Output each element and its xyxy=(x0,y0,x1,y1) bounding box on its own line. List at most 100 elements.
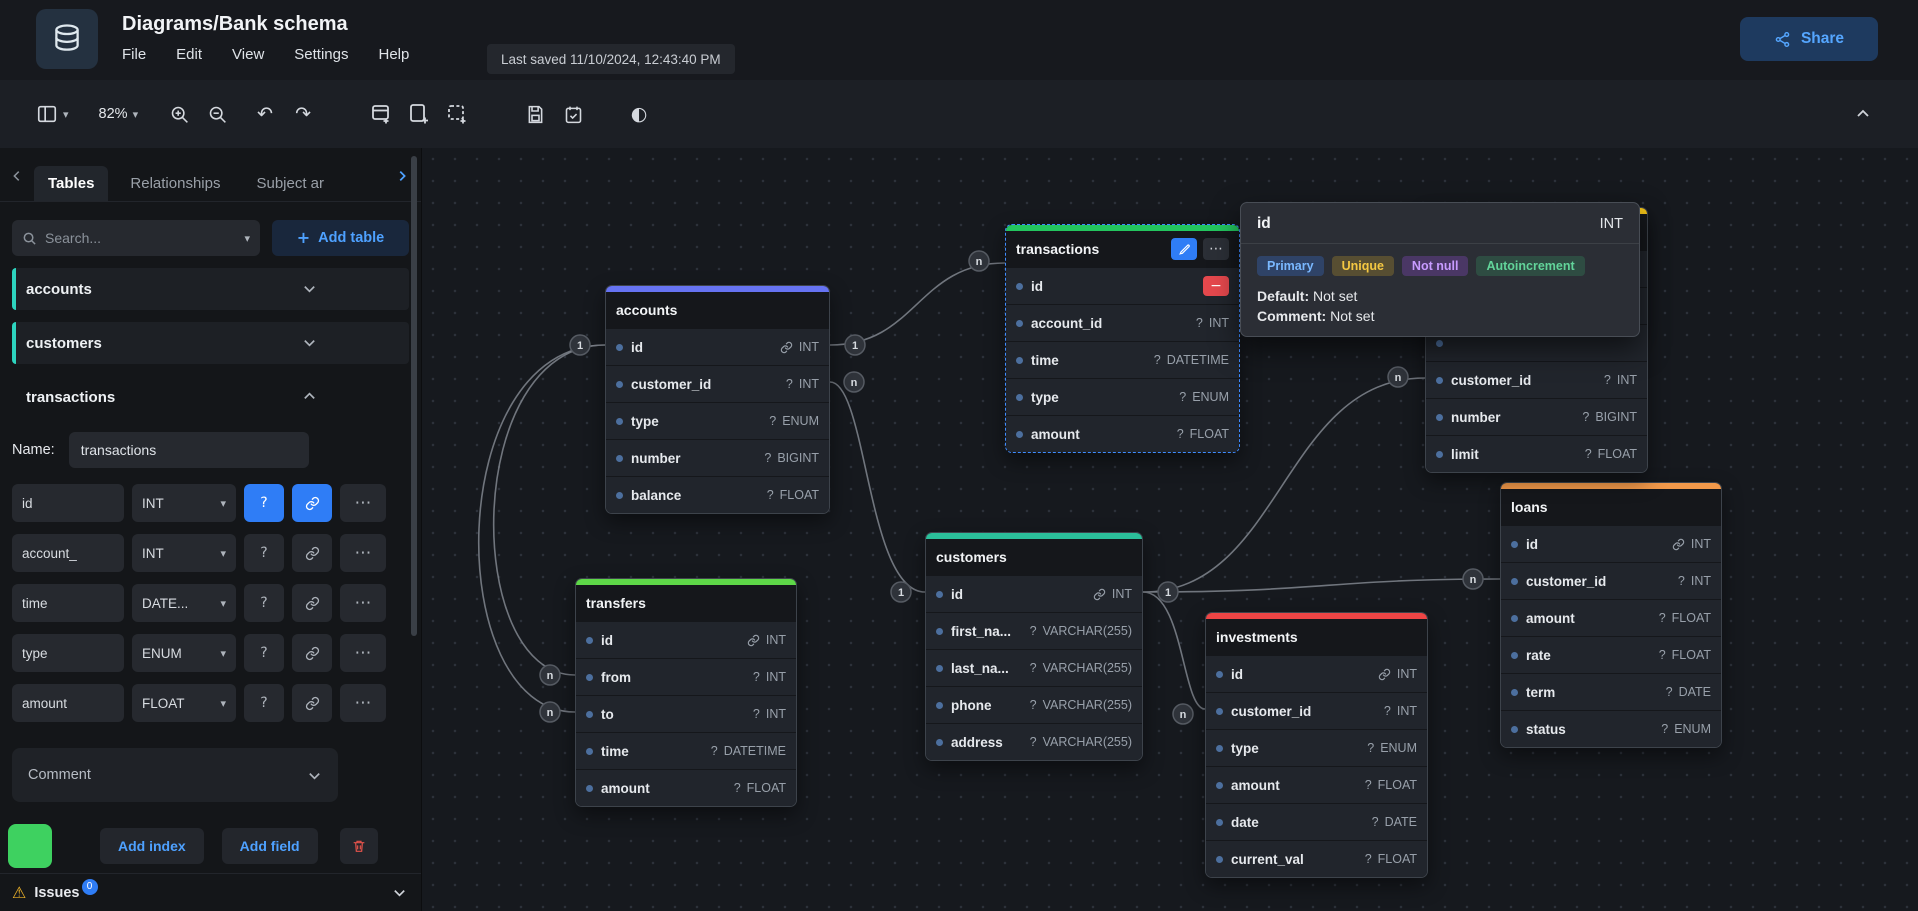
menu-file[interactable]: File xyxy=(122,46,146,63)
field-more-button[interactable]: ⋯ xyxy=(340,684,386,722)
table-field-row[interactable]: idINT xyxy=(1501,525,1721,562)
table-field-row[interactable]: amount?FLOAT xyxy=(1206,766,1427,803)
table-field-row[interactable]: time?DATETIME xyxy=(576,732,796,769)
chevron-down-icon[interactable] xyxy=(302,335,317,350)
field-nullable-button[interactable]: ? xyxy=(244,534,284,572)
field-type-select[interactable]: DATE...▾ xyxy=(132,584,236,622)
table-header[interactable]: customers xyxy=(926,539,1142,575)
redo-button[interactable]: ↷ xyxy=(284,95,322,133)
field-name-input[interactable]: type xyxy=(12,634,124,672)
zoom-out-button[interactable] xyxy=(198,95,236,133)
add-table-tool-button[interactable] xyxy=(362,95,400,133)
field-nullable-button[interactable]: ? xyxy=(244,634,284,672)
table-field-row[interactable]: last_na...?VARCHAR(255) xyxy=(926,649,1142,686)
sidebar-item-transactions[interactable]: transactions xyxy=(12,376,409,418)
table-field-row[interactable]: type?ENUM xyxy=(1006,378,1239,415)
tab-relationships[interactable]: Relationships xyxy=(116,166,234,201)
table-field-row[interactable]: idINT xyxy=(606,328,829,365)
table-field-row[interactable]: idINT xyxy=(926,575,1142,612)
tabs-scroll-right-button[interactable] xyxy=(393,167,411,185)
table-field-row[interactable]: to?INT xyxy=(576,695,796,732)
field-more-button[interactable]: ⋯ xyxy=(340,484,386,522)
edit-table-button[interactable] xyxy=(1171,238,1197,260)
table-field-row[interactable]: idINT xyxy=(1206,655,1427,692)
relationship-line[interactable] xyxy=(1143,579,1500,592)
todo-button[interactable] xyxy=(554,95,592,133)
issues-bar[interactable]: ⚠ Issues 0 xyxy=(0,873,421,911)
field-name-input[interactable]: time xyxy=(12,584,124,622)
tab-subject-areas[interactable]: Subject ar xyxy=(242,166,338,201)
diagram-table-accounts[interactable]: accountsidINTcustomer_id?INTtype?ENUMnum… xyxy=(605,285,830,514)
add-field-button[interactable]: Add field xyxy=(222,828,318,864)
theme-toggle-button[interactable]: ◐ xyxy=(620,95,658,133)
layout-menu-button[interactable]: ▾ xyxy=(30,95,75,133)
diagram-table-loans[interactable]: loansidINTcustomer_id?INTamount?FLOATrat… xyxy=(1500,482,1722,748)
table-field-row[interactable]: amount?FLOAT xyxy=(1501,599,1721,636)
menu-edit[interactable]: Edit xyxy=(176,46,202,63)
field-nullable-button[interactable]: ? xyxy=(244,584,284,622)
diagram-table-customers[interactable]: customersidINTfirst_na...?VARCHAR(255)la… xyxy=(925,532,1143,761)
tabs-scroll-left-button[interactable] xyxy=(8,167,26,185)
table-field-row[interactable]: term?DATE xyxy=(1501,673,1721,710)
field-primary-key-button[interactable] xyxy=(292,634,332,672)
table-field-row[interactable]: balance?FLOAT xyxy=(606,476,829,513)
relationship-line[interactable] xyxy=(830,382,925,592)
table-field-row[interactable]: id− xyxy=(1006,267,1239,304)
sidebar-item-customers[interactable]: customers xyxy=(12,322,409,364)
comment-collapse[interactable]: Comment xyxy=(12,748,338,802)
delete-field-button[interactable]: − xyxy=(1203,276,1229,296)
field-type-select[interactable]: FLOAT▾ xyxy=(132,684,236,722)
diagram-table-investments[interactable]: investmentsidINTcustomer_id?INTtype?ENUM… xyxy=(1205,612,1428,878)
diagram-table-transfers[interactable]: transfersidINTfrom?INTto?INTtime?DATETIM… xyxy=(575,578,797,807)
table-field-row[interactable]: date?DATE xyxy=(1206,803,1427,840)
menu-view[interactable]: View xyxy=(232,46,264,63)
table-field-row[interactable]: limit?FLOAT xyxy=(1426,435,1647,472)
chevron-up-icon[interactable] xyxy=(302,389,317,404)
table-more-button[interactable]: ⋯ xyxy=(1203,238,1229,260)
field-more-button[interactable]: ⋯ xyxy=(340,584,386,622)
menu-help[interactable]: Help xyxy=(378,46,409,63)
table-field-row[interactable]: number?BIGINT xyxy=(606,439,829,476)
table-field-row[interactable]: amount?FLOAT xyxy=(576,769,796,806)
table-header[interactable]: transactions⋯ xyxy=(1006,231,1239,267)
table-header[interactable]: loans xyxy=(1501,489,1721,525)
table-color-swatch[interactable] xyxy=(8,824,52,868)
chevron-down-icon[interactable] xyxy=(392,885,407,900)
search-select[interactable]: ▾ xyxy=(12,220,260,256)
add-area-button[interactable] xyxy=(438,95,476,133)
relationship-line[interactable] xyxy=(1143,592,1205,709)
field-primary-key-button[interactable] xyxy=(292,484,332,522)
diagram-canvas[interactable]: 1nn1n1n1nnn accountsidINTcustomer_id?INT… xyxy=(422,148,1918,911)
field-more-button[interactable]: ⋯ xyxy=(340,534,386,572)
field-name-input[interactable]: account_ xyxy=(12,534,124,572)
field-primary-key-button[interactable] xyxy=(292,584,332,622)
field-name-input[interactable]: amount xyxy=(12,684,124,722)
field-type-select[interactable]: INT▾ xyxy=(132,534,236,572)
table-field-row[interactable]: from?INT xyxy=(576,658,796,695)
share-button[interactable]: Share xyxy=(1740,17,1878,61)
table-name-input[interactable] xyxy=(69,432,309,468)
relationship-line[interactable] xyxy=(830,263,1005,345)
add-note-button[interactable] xyxy=(400,95,438,133)
table-field-row[interactable]: time?DATETIME xyxy=(1006,341,1239,378)
table-field-row[interactable]: address?VARCHAR(255) xyxy=(926,723,1142,760)
add-table-button[interactable]: + Add table xyxy=(272,220,409,256)
table-field-row[interactable]: idINT xyxy=(576,621,796,658)
field-type-select[interactable]: ENUM▾ xyxy=(132,634,236,672)
add-index-button[interactable]: Add index xyxy=(100,828,204,864)
table-field-row[interactable]: type?ENUM xyxy=(1206,729,1427,766)
tab-tables[interactable]: Tables xyxy=(34,166,108,201)
search-input[interactable] xyxy=(45,230,236,246)
field-name-input[interactable]: id xyxy=(12,484,124,522)
field-type-select[interactable]: INT▾ xyxy=(132,484,236,522)
table-header[interactable]: accounts xyxy=(606,292,829,328)
zoom-in-button[interactable] xyxy=(160,95,198,133)
delete-table-button[interactable] xyxy=(340,828,378,864)
table-field-row[interactable]: current_val?FLOAT xyxy=(1206,840,1427,877)
sidebar-item-accounts[interactable]: accounts xyxy=(12,268,409,310)
field-nullable-button[interactable]: ? xyxy=(244,684,284,722)
save-button[interactable] xyxy=(516,95,554,133)
field-more-button[interactable]: ⋯ xyxy=(340,634,386,672)
chevron-down-icon[interactable] xyxy=(302,281,317,296)
table-field-row[interactable]: customer_id?INT xyxy=(606,365,829,402)
